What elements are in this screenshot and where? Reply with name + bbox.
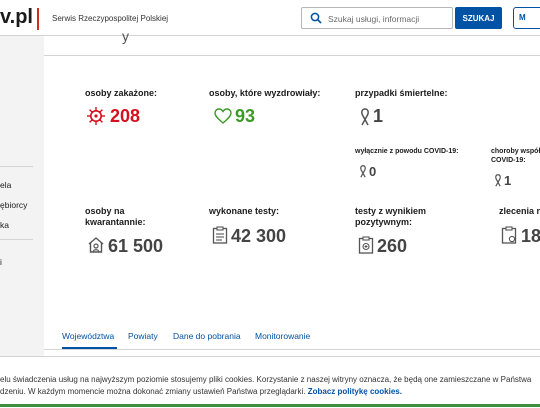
virus-icon xyxy=(87,107,105,125)
search-icon xyxy=(310,12,322,24)
orders-value: 18 xyxy=(521,226,540,246)
ribbon-icon xyxy=(360,165,366,178)
cookie-text: elu świadczenia usług na najwyższym pozi… xyxy=(0,374,540,398)
tab-monitorowanie[interactable]: Monitorowanie xyxy=(255,331,310,341)
tests-value: 42 300 xyxy=(231,226,287,246)
profile-button[interactable]: M xyxy=(513,7,540,29)
positive-tests-label-2: pozytywnym: xyxy=(355,217,413,227)
cookie-policy-link[interactable]: Zobacz politykę cookies. xyxy=(308,387,402,396)
deaths-label: przypadki śmiertelne: xyxy=(355,88,448,98)
service-name: Serwis Rzeczypospolitej Polskiej xyxy=(52,14,169,23)
tab-dane-do-pobrania[interactable]: Dane do pobrania xyxy=(173,331,241,341)
positive-tests-label-1: testy z wynikiem xyxy=(355,206,427,216)
sidebar-item-2[interactable]: ębiorcy xyxy=(0,200,27,210)
sidebar-item-4[interactable]: i xyxy=(0,257,2,267)
quarantine-value: 61 500 xyxy=(108,236,164,256)
sidebar-divider xyxy=(0,166,33,167)
clipboard-icon xyxy=(212,226,228,244)
data-tabs: Województwa Powiaty Dane do pobrania Mon… xyxy=(44,326,540,356)
recovered-label: osoby, które wyzdrowiały: xyxy=(209,88,321,98)
tabs-divider xyxy=(44,349,540,350)
deaths-comorbid-label-1: choroby współ xyxy=(491,148,540,155)
heart-icon xyxy=(214,108,232,124)
orders-label: zlecenia n xyxy=(499,206,540,216)
active-tab-indicator xyxy=(62,347,117,349)
panel-divider xyxy=(44,55,540,56)
cookie-text-line-2: dzeniu. W każdym momencie można dokonać … xyxy=(0,386,540,398)
cookie-text-line-2-body: dzeniu. W każdym momencie można dokonać … xyxy=(0,387,306,396)
quarantine-label-1: osoby na xyxy=(85,206,125,216)
infected-label: osoby zakażone: xyxy=(85,88,158,98)
house-icon xyxy=(88,237,104,253)
site-logo[interactable]: v.pl xyxy=(0,6,33,29)
stats-panel: y osoby zakażone: 208 osoby, które wyzdr… xyxy=(44,28,540,356)
cookie-text-line-1: elu świadczenia usług na najwyższym pozi… xyxy=(0,375,532,384)
search-input[interactable] xyxy=(326,10,452,28)
sidebar-divider xyxy=(0,239,33,240)
profile-button-label: M xyxy=(519,13,526,22)
ribbon-icon xyxy=(495,174,501,187)
search-box xyxy=(301,7,453,29)
recovered-value: 93 xyxy=(235,106,256,126)
order-icon xyxy=(501,226,517,244)
deaths-comorbid-value: 1 xyxy=(504,173,512,188)
tests-label: wykonane testy: xyxy=(209,206,280,216)
quarantine-label-2: kwarantannie: xyxy=(85,217,146,227)
logo-divider xyxy=(37,8,39,30)
infected-value: 208 xyxy=(110,106,141,126)
search-button[interactable]: SZUKAJ xyxy=(455,7,502,29)
sidebar-item-3[interactable]: ka xyxy=(0,220,9,230)
cookie-banner: elu świadczenia usług na najwyższym pozi… xyxy=(0,356,540,408)
deaths-value: 1 xyxy=(373,106,384,126)
sidebar: ela ębiorcy ka i xyxy=(0,36,33,356)
positive-tests-value: 260 xyxy=(377,236,408,256)
cropped-heading: y xyxy=(122,28,129,44)
tab-powiaty[interactable]: Powiaty xyxy=(128,331,158,341)
deaths-covid-value: 0 xyxy=(369,164,377,179)
deaths-comorbid-label-2: COVID-19: xyxy=(491,157,526,164)
deaths-covid-label: wyłącznie z powodu COVID-19: xyxy=(355,148,459,155)
sidebar-item-1[interactable]: ela xyxy=(0,180,11,190)
site-header: v.pl Serwis Rzeczypospolitej Polskiej SZ… xyxy=(0,0,540,36)
tab-wojewodztwa[interactable]: Województwa xyxy=(62,331,114,341)
ribbon-icon xyxy=(361,108,369,126)
test-positive-icon xyxy=(358,236,374,254)
